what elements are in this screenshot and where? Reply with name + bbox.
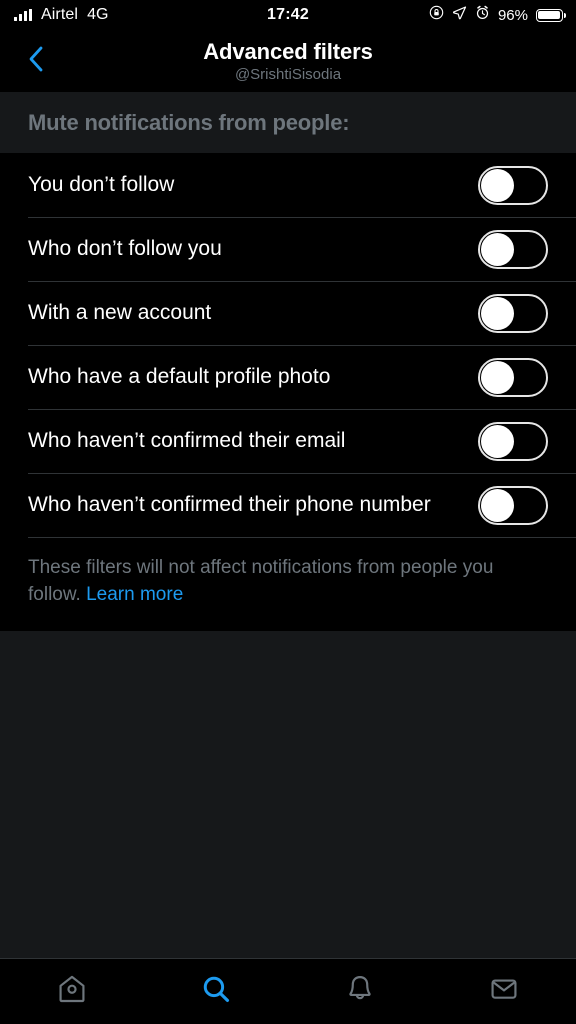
filter-row-label: With a new account	[28, 301, 212, 325]
status-bar-left: Airtel 4G	[14, 6, 108, 24]
app-root: Airtel 4G 17:42 96% Advanced filters @Sr…	[0, 0, 576, 1024]
filter-toggle[interactable]	[478, 229, 548, 269]
footer-note: These filters will not affect notificati…	[0, 537, 576, 631]
filter-row[interactable]: Who haven’t confirmed their phone number	[0, 473, 576, 537]
toggle-knob	[481, 232, 514, 266]
tab-search[interactable]	[144, 959, 288, 1024]
search-icon	[200, 973, 232, 1010]
battery-icon	[536, 8, 566, 22]
filter-row-label: Who have a default profile photo	[28, 365, 331, 389]
status-bar-right: 96%	[429, 0, 566, 30]
battery-percent-label: 96%	[497, 6, 528, 24]
empty-space	[0, 630, 576, 958]
location-arrow-icon	[452, 5, 467, 25]
carrier-label: Airtel	[41, 6, 79, 23]
filter-row-label: Who haven’t confirmed their phone number	[28, 493, 431, 517]
clock-label: 17:42	[267, 6, 309, 23]
filter-row-label: You don’t follow	[28, 173, 175, 197]
filter-toggle[interactable]	[478, 357, 548, 397]
mail-envelope-icon	[488, 973, 520, 1010]
filter-toggle[interactable]	[478, 293, 548, 333]
nav-bar: Advanced filters @SrishtiSisodia	[0, 30, 576, 92]
filter-list: You don’t follow Who don’t follow you With…	[0, 153, 576, 537]
section-header-label: Mute notifications from people:	[28, 109, 350, 135]
toggle-knob	[481, 424, 514, 458]
tab-notifications[interactable]	[288, 959, 432, 1024]
back-button[interactable]	[14, 30, 58, 92]
status-bar: Airtel 4G 17:42 96%	[0, 0, 576, 30]
filter-row-label: Who haven’t confirmed their email	[28, 429, 346, 453]
filter-toggle[interactable]	[478, 485, 548, 525]
filter-row[interactable]: With a new account	[0, 281, 576, 345]
cellular-bars-icon	[14, 9, 32, 21]
chevron-left-icon	[25, 44, 47, 79]
network-type-label: 4G	[87, 6, 109, 23]
toggle-knob	[481, 360, 514, 394]
account-handle: @SrishtiSisodia	[234, 65, 342, 83]
filter-row[interactable]: You don’t follow	[0, 153, 576, 217]
alarm-clock-icon	[475, 5, 490, 25]
footer-note-text: These filters will not affect notificati…	[28, 555, 548, 609]
section-header: Mute notifications from people:	[0, 92, 576, 153]
bell-icon	[344, 973, 376, 1010]
toggle-knob	[481, 296, 514, 330]
toggle-knob	[481, 488, 514, 522]
page-title: Advanced filters	[203, 38, 373, 64]
filter-row[interactable]: Who have a default profile photo	[0, 345, 576, 409]
home-birdhouse-icon	[56, 973, 88, 1010]
tab-bar	[0, 958, 576, 1024]
filter-row-label: Who don’t follow you	[28, 237, 222, 261]
filter-row[interactable]: Who don’t follow you	[0, 217, 576, 281]
tab-home[interactable]	[0, 959, 144, 1024]
filter-row[interactable]: Who haven’t confirmed their email	[0, 409, 576, 473]
filter-toggle[interactable]	[478, 421, 548, 461]
filter-toggle[interactable]	[478, 165, 548, 205]
nav-title-block: Advanced filters @SrishtiSisodia	[203, 38, 373, 83]
tab-messages[interactable]	[432, 959, 576, 1024]
toggle-knob	[481, 168, 514, 202]
learn-more-link[interactable]: Learn more	[86, 584, 183, 605]
rotation-lock-icon	[429, 5, 444, 25]
